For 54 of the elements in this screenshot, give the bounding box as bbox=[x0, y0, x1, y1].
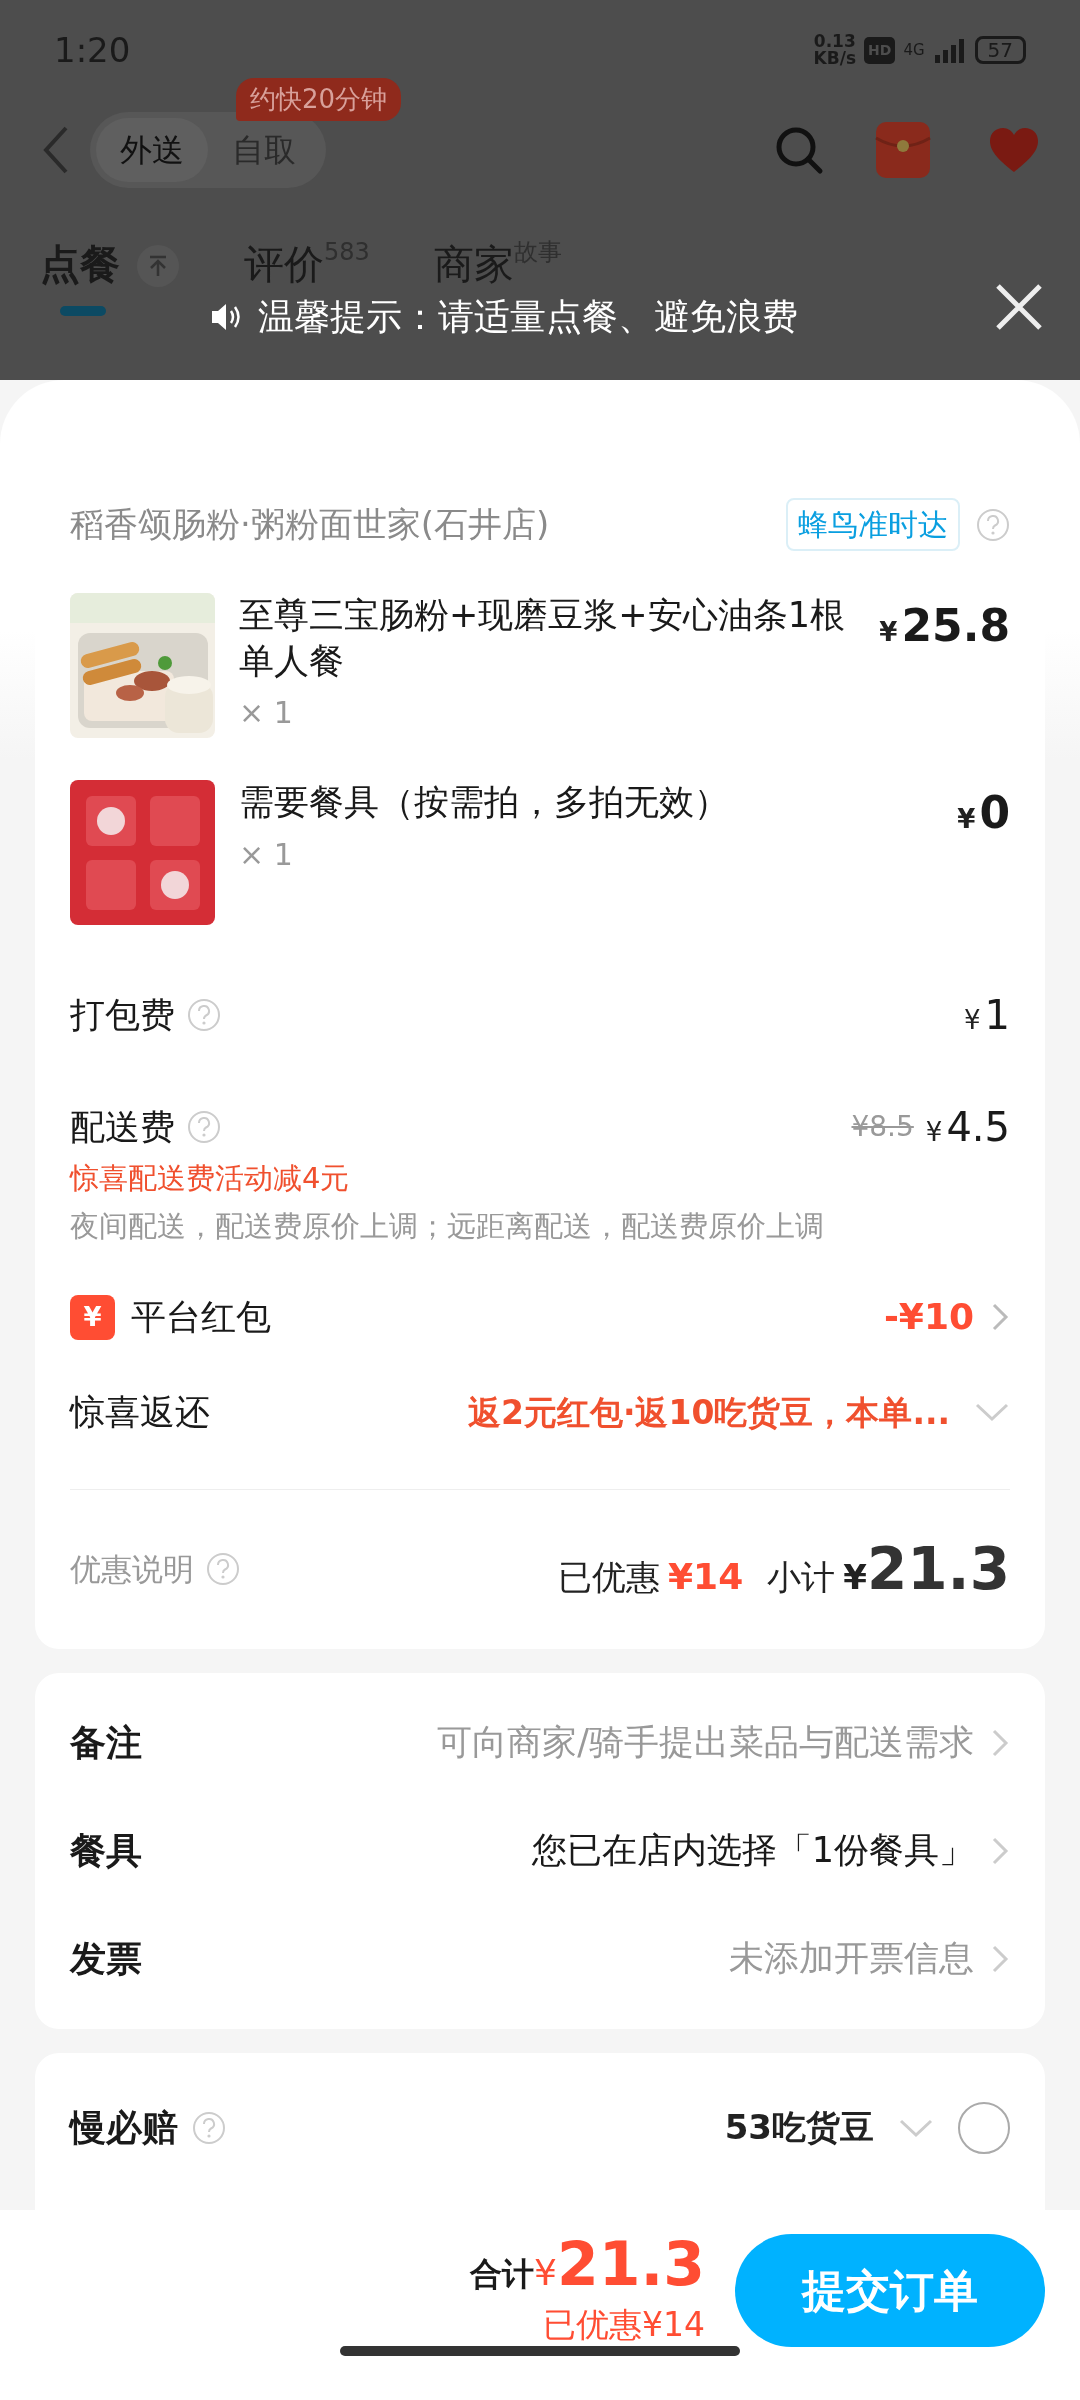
chevron-right-icon bbox=[990, 1301, 1010, 1333]
item-price: ¥0 bbox=[957, 786, 1010, 840]
option-value[interactable]: 可向商家/骑手提出菜品与配送需求 bbox=[437, 1716, 974, 1769]
coupon-value[interactable]: -¥10 bbox=[883, 1290, 974, 1344]
help-icon[interactable] bbox=[192, 2110, 226, 2145]
submit-order-button[interactable]: 提交订单 bbox=[735, 2234, 1045, 2347]
fee-amount: ¥4.5 bbox=[925, 1103, 1010, 1152]
item-name: 需要餐具（按需拍，多拍无效） bbox=[239, 781, 730, 824]
search-icon[interactable] bbox=[774, 125, 824, 175]
discount-info-label: 优惠说明 bbox=[70, 1549, 194, 1589]
item-name: 至尊三宝肠粉+现磨豆浆+安心油条1根单人餐 bbox=[239, 594, 846, 683]
option-value[interactable]: 未添加开票信息 bbox=[729, 1932, 974, 1985]
pin-top-icon[interactable] bbox=[136, 244, 180, 288]
guarantee-price: 53吃货豆 bbox=[724, 2106, 874, 2149]
help-icon[interactable] bbox=[206, 1552, 240, 1586]
coupon-label: 平台红包 bbox=[131, 1295, 271, 1339]
close-button[interactable] bbox=[994, 282, 1044, 332]
fee-note: 夜间配送，配送费原价上调；远距离配送，配送费原价上调 bbox=[70, 1207, 825, 1245]
option-label: 发票 bbox=[70, 1936, 142, 1981]
checkbox[interactable] bbox=[958, 2101, 1010, 2154]
help-icon[interactable] bbox=[976, 507, 1010, 542]
mode-tab[interactable]: 外送 bbox=[96, 118, 208, 182]
home-indicator[interactable] bbox=[340, 2346, 740, 2356]
help-icon[interactable] bbox=[187, 998, 221, 1032]
subtotal-label: 小计 bbox=[767, 1555, 836, 1599]
toast-message: 温馨提示：请适量点餐、避免浪费 bbox=[258, 295, 798, 339]
yuan-icon: ¥ bbox=[70, 1294, 115, 1340]
saved-amount: 已优惠¥14 bbox=[543, 2304, 705, 2346]
fee-label: 配送费 bbox=[70, 1105, 175, 1149]
total-amount: ¥21.3 bbox=[534, 2234, 705, 2300]
item-price: ¥25.8 bbox=[879, 599, 1010, 653]
fee-amount: ¥1 bbox=[964, 991, 1010, 1040]
heart-icon[interactable] bbox=[988, 126, 1040, 174]
chevron-down-icon[interactable] bbox=[974, 1401, 1010, 1424]
help-icon[interactable] bbox=[187, 1110, 221, 1144]
original-price: ¥8.5 bbox=[851, 1109, 914, 1145]
option-label: 备注 bbox=[70, 1720, 142, 1765]
option-label: 餐具 bbox=[70, 1828, 142, 1873]
store-name: 稻香颂肠粉·粥粉面世家(石井店) bbox=[70, 503, 550, 546]
option-value[interactable]: 您已在店内选择「1份餐具」 bbox=[531, 1824, 974, 1877]
saved-amount: ¥14 bbox=[668, 1554, 744, 1599]
total-label: 合计 bbox=[470, 2254, 535, 2295]
promo-text: 惊喜配送费活动减4元 bbox=[70, 1160, 351, 1197]
fee-label: 打包费 bbox=[70, 993, 175, 1037]
item-quantity: × 1 bbox=[239, 835, 294, 874]
cashback-value: 返2元红包·返10吃货豆，本单... bbox=[467, 1391, 950, 1434]
delivery-badge: 蜂鸟准时达 bbox=[786, 498, 960, 551]
item-quantity: × 1 bbox=[239, 694, 294, 732]
subtotal-amount: ¥21.3 bbox=[843, 1533, 1010, 1605]
saved-label: 已优惠 bbox=[558, 1555, 661, 1599]
guarantee-label: 慢必赔 bbox=[70, 2105, 178, 2150]
eta-badge: 约快20分钟 bbox=[236, 78, 402, 121]
cashback-label: 惊喜返还 bbox=[70, 1391, 210, 1434]
envelope-icon[interactable] bbox=[874, 120, 932, 180]
